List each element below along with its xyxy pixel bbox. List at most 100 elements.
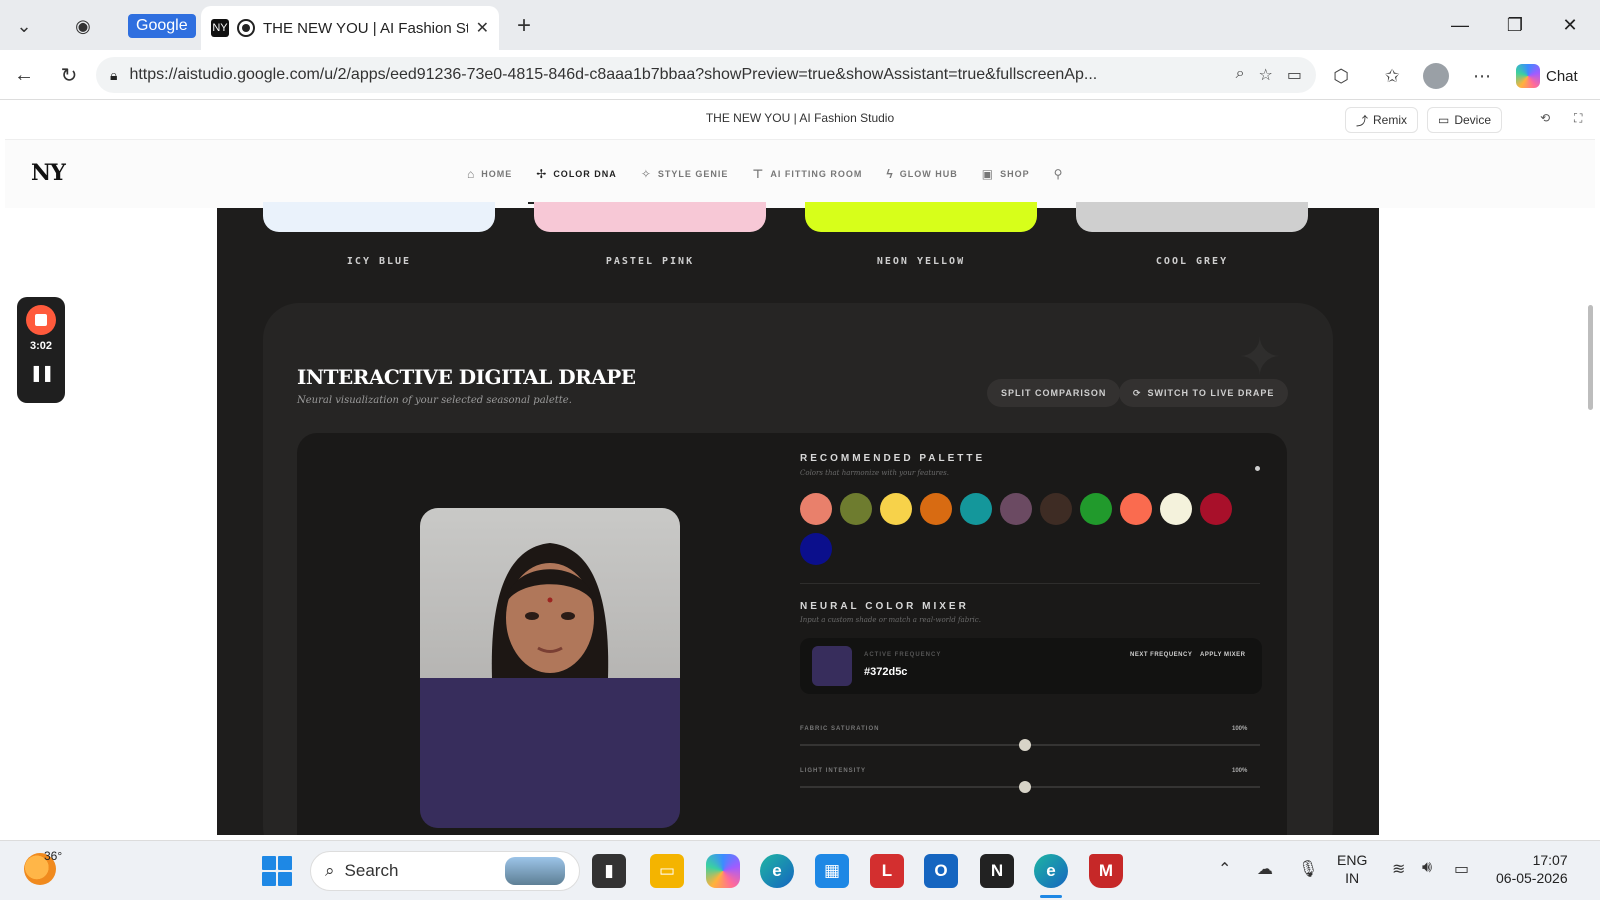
palette-color-chip[interactable] [880,493,912,525]
edge-active-icon[interactable]: e [1034,854,1068,888]
nav-item-color-dna[interactable]: ✢ COLOR DNA [524,162,629,204]
nav-item-home[interactable]: ⌂ HOME [455,162,524,186]
language-indicator[interactable]: ENG IN [1337,851,1367,887]
split-comparison-button[interactable]: SPLIT COMPARISON [987,379,1121,407]
lock-icon[interactable]: 🔒︎ [110,67,117,84]
slider-value: 100% [1232,726,1248,732]
next-frequency-button[interactable]: NEXT FREQUENCY [1130,652,1192,658]
palette-color-chip[interactable] [920,493,952,525]
palette-color-chip[interactable] [1000,493,1032,525]
copilot-app-icon[interactable] [706,854,740,888]
more-icon[interactable]: ⋯ [1469,63,1495,89]
digital-drape-card: ✦ INTERACTIVE DIGITAL DRAPE Neural visua… [263,303,1333,835]
palette-color-chip[interactable] [1160,493,1192,525]
edge-icon[interactable]: e [760,854,794,888]
mcafee-icon[interactable]: M [1089,854,1123,888]
favorite-star-icon[interactable]: ☆ [1259,65,1273,85]
minimize-button[interactable]: — [1440,10,1480,40]
season-swatch-card[interactable] [805,202,1037,232]
nav-item-label: GLOW HUB [899,169,958,179]
file-explorer-icon[interactable]: ▭ [650,854,684,888]
profile-avatar[interactable] [1423,63,1449,89]
remix-button[interactable]: ⤴ Remix [1345,107,1419,133]
tab-list-chevron-icon[interactable]: ⌄ [8,10,40,42]
palette-color-chip[interactable] [800,493,832,525]
restore-button[interactable]: ❐ [1495,10,1535,40]
volume-icon[interactable]: 🔊︎ [1422,859,1432,877]
recommended-palette-heading: RECOMMENDED PALETTE [800,453,986,464]
app-preview-header: THE NEW YOU | AI Fashion Studio ⤴ Remix ▭… [5,100,1595,140]
windows-start-icon[interactable] [262,856,292,886]
language-line2: IN [1345,870,1360,886]
google-tab-chip[interactable]: Google [128,14,196,38]
active-color-swatch[interactable] [812,646,852,686]
tab-active[interactable]: NY THE NEW YOU | AI Fashion Stu ✕ [201,6,499,50]
clock-time: 17:07 [1532,852,1568,868]
slider-knob[interactable] [1019,739,1032,751]
system-clock[interactable]: 17:07 06-05-2026 [1496,851,1568,887]
zoom-icon[interactable]: ⌕ [1236,65,1245,85]
fullscreen-icon[interactable]: ⛶ [1574,111,1582,126]
cloud-offline-icon[interactable]: ☁ [1257,859,1273,879]
search-icon: ⌕ [325,861,335,880]
active-frequency-label: ACTIVE FREQUENCY [864,652,942,658]
bag-icon: ▣ [981,167,995,181]
palette-color-chip[interactable] [1040,493,1072,525]
copilot-icon [1516,64,1540,88]
season-swatch-card[interactable] [1076,202,1308,232]
rotate-icon[interactable]: ⟲ [1540,111,1550,125]
close-window-button[interactable]: ✕ [1550,10,1590,40]
record-indicator-icon[interactable]: ◉ [67,10,99,42]
recommended-palette-subheading: Colors that harmonize with your features… [800,469,949,477]
stop-recording-button[interactable] [26,305,56,335]
store-icon[interactable]: ▦ [815,854,849,888]
palette-color-chip[interactable] [1200,493,1232,525]
active-hex-value[interactable]: #372d5c [864,666,907,678]
apply-mixer-button[interactable]: APPLY MIXER [1200,652,1246,658]
season-swatch-card[interactable] [263,202,495,232]
address-bar[interactable]: 🔒︎ https://aistudio.google.com/u/2/apps/… [96,57,1316,93]
nav-item-profile[interactable]: ⚲ [1042,162,1076,186]
switch-live-drape-button[interactable]: ⟳ SWITCH TO LIVE DRAPE [1119,379,1289,407]
extensions-icon[interactable]: ⬡ [1328,63,1354,89]
nav-item-glow-hub[interactable]: ϟ GLOW HUB [874,162,969,186]
close-tab-icon[interactable]: ✕ [476,18,489,38]
nav-item-shop[interactable]: ▣ SHOP [970,162,1042,186]
season-swatch-label: ICY BLUE [346,256,412,267]
taskbar-search[interactable]: ⌕ Search [310,851,580,891]
notion-icon[interactable]: N [980,854,1014,888]
pause-icon[interactable]: ❚❚ [17,363,65,383]
nav-item-ai-fitting-room[interactable]: ⊤ AI FITTING ROOM [740,162,874,186]
remix-icon: ⤴ [1356,113,1369,128]
nav-item-style-genie[interactable]: ✧ STYLE GENIE [629,162,741,186]
url-text[interactable]: https://aistudio.google.com/u/2/apps/eed… [129,66,1223,84]
video-icon[interactable]: ▭ [1287,65,1302,85]
palette-color-chip[interactable] [1080,493,1112,525]
outlook-icon[interactable]: O [924,854,958,888]
palette-color-chip[interactable] [840,493,872,525]
slider-knob[interactable] [1019,781,1032,793]
home-icon: ⌂ [467,167,476,181]
palette-color-chip[interactable] [960,493,992,525]
tray-chevron-icon[interactable]: ⌃ [1218,859,1231,879]
recording-icon [237,19,255,37]
back-icon[interactable]: ← [8,59,40,91]
season-swatch-card[interactable] [534,202,766,232]
device-button[interactable]: ▭ Device [1427,107,1503,133]
page-scrollbar[interactable] [1588,305,1593,410]
copilot-chat-button[interactable]: Chat [1516,62,1578,90]
palette-color-chip[interactable] [800,533,832,565]
palette-color-chip[interactable] [1120,493,1152,525]
reload-icon[interactable]: ↻ [53,59,85,91]
lenovo-icon[interactable]: L [870,854,904,888]
favorites-icon[interactable]: ✩ [1379,63,1405,89]
refresh-icon: ⟳ [1133,387,1142,398]
site-navbar: NY ⌂ HOME ✢ COLOR DNA ✧ STYLE GENIE ⊤ AI FITTIN… [5,140,1595,208]
battery-icon[interactable]: ▭ [1454,859,1469,879]
search-label: Search [344,861,399,880]
site-logo[interactable]: NY [31,160,66,186]
new-tab-button[interactable]: + [508,10,540,42]
microphone-icon[interactable]: 🎙︎ [1298,859,1318,879]
task-view-icon[interactable]: ▮ [592,854,626,888]
wifi-icon[interactable]: ≋ [1392,859,1405,879]
